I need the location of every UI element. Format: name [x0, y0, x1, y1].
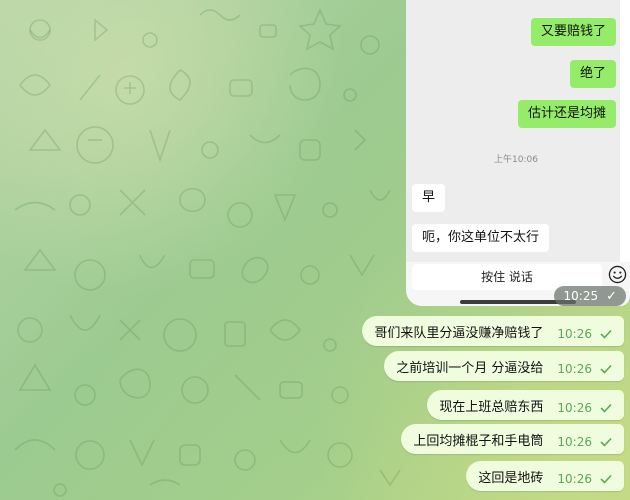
message-bubble[interactable]: 上回均摊棍子和手电筒 10:26	[401, 424, 624, 454]
check-icon	[600, 364, 612, 374]
message-text: 现在上班总赔东西	[439, 399, 544, 415]
message-bubble[interactable]: 现在上班总赔东西 10:26	[427, 390, 624, 420]
chat-screenshot-image[interactable]: 又要赔钱了 绝了 估计还是均摊 上午10:06 早 呃，你这单位不太行 按住 说…	[406, 0, 630, 306]
screenshot-incoming-bubble: 早	[412, 184, 446, 212]
message-text: 之前培训一个月 分逼没给	[396, 360, 544, 376]
screenshot-timestamp: 上午10:06	[494, 155, 538, 165]
smiley-icon	[608, 265, 627, 284]
check-icon	[600, 403, 612, 413]
screenshot-outgoing-bubble: 绝了	[569, 60, 616, 88]
message-time: 10:26	[557, 327, 592, 341]
screenshot-outgoing-bubble: 又要赔钱了	[530, 18, 616, 46]
check-icon	[600, 474, 612, 484]
message-time: 10:26	[557, 362, 592, 376]
message-time: 10:26	[557, 401, 592, 415]
message-text: 这回是地砖	[478, 470, 544, 486]
image-time: 10:25	[563, 289, 599, 303]
message-bubble[interactable]: 这回是地砖 10:26	[466, 461, 624, 491]
screenshot-outgoing-bubble: 估计还是均摊	[517, 100, 616, 128]
message-text: 上回均摊棍子和手电筒	[413, 433, 544, 449]
message-time: 10:26	[557, 435, 592, 449]
check-icon	[600, 437, 612, 447]
check-icon: ✓	[606, 289, 617, 304]
message-time: 10:26	[557, 472, 592, 486]
message-text: 哥们来队里分逼没赚净赔钱了	[374, 325, 544, 341]
message-bubble[interactable]: 哥们来队里分逼没赚净赔钱了 10:26	[362, 316, 624, 346]
image-time-stamp: 10:25 ✓	[553, 286, 626, 306]
message-bubble[interactable]: 之前培训一个月 分逼没给 10:26	[384, 351, 624, 381]
check-icon	[600, 329, 612, 339]
screenshot-edge	[620, 0, 630, 270]
screenshot-incoming-bubble: 呃，你这单位不太行	[412, 224, 550, 252]
